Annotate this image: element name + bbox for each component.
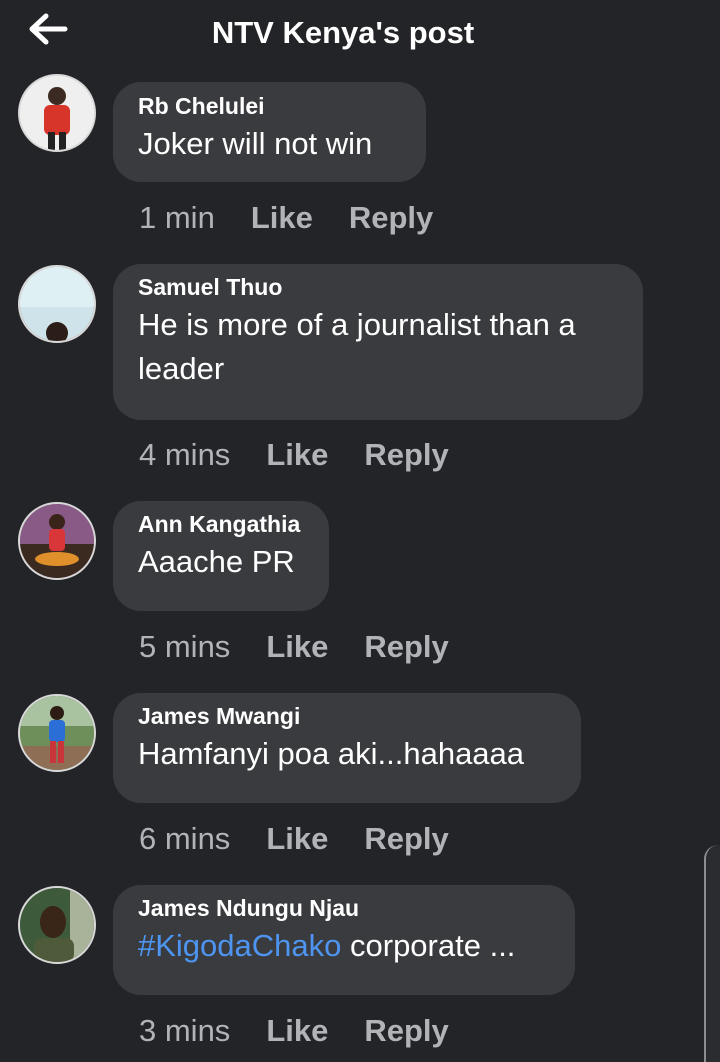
comment-meta: 5 mins Like Reply (139, 629, 449, 665)
comment-text: Hamfanyi poa aki...hahaaaa (138, 736, 525, 771)
comment-time[interactable]: 3 mins (139, 1013, 230, 1048)
avatar[interactable] (18, 694, 96, 772)
reply-button[interactable]: Reply (364, 629, 448, 664)
comment-bubble[interactable]: Samuel Thuo He is more of a journalist t… (113, 264, 643, 420)
page-title: NTV Kenya's post (211, 15, 475, 50)
comment-time[interactable]: 5 mins (139, 629, 230, 664)
reply-button[interactable]: Reply (364, 821, 448, 856)
like-button[interactable]: Like (266, 821, 328, 856)
comment-text: He is more of a journalist than a leader (138, 307, 576, 386)
comment-meta: 3 mins Like Reply (139, 1013, 449, 1049)
avatar[interactable] (18, 886, 96, 964)
avatar[interactable] (18, 502, 96, 580)
like-button[interactable]: Like (266, 1013, 328, 1048)
comment-text: Joker will not win (138, 126, 373, 161)
avatar[interactable] (18, 265, 96, 343)
comment-author[interactable]: Rb Chelulei (138, 94, 400, 118)
comment-time[interactable]: 4 mins (139, 437, 230, 472)
like-button[interactable]: Like (251, 200, 313, 235)
comment-text: #KigodaChako corporate ... (138, 924, 549, 968)
comment-author[interactable]: James Ndungu Njau (138, 896, 549, 920)
reply-button[interactable]: Reply (364, 1013, 448, 1048)
comment-author[interactable]: Ann Kangathia (138, 512, 303, 536)
comment-bubble[interactable]: James Mwangi Hamfanyi poa aki...hahaaaa (113, 693, 581, 803)
comment-meta: 4 mins Like Reply (139, 437, 449, 473)
hashtag-link[interactable]: #KigodaChako (138, 928, 341, 963)
comment-bubble[interactable]: James Ndungu Njau #KigodaChako corporate… (113, 885, 575, 995)
comment-meta: 6 mins Like Reply (139, 821, 449, 857)
avatar[interactable] (18, 74, 96, 152)
scroll-handle[interactable] (704, 845, 720, 1062)
comment-text-rest: corporate ... (341, 928, 516, 963)
like-button[interactable]: Like (266, 437, 328, 472)
top-bar: NTV Kenya's post (0, 0, 720, 70)
comment-author[interactable]: James Mwangi (138, 704, 555, 728)
comment-bubble[interactable]: Rb Chelulei Joker will not win (113, 82, 426, 182)
comment-author[interactable]: Samuel Thuo (138, 275, 617, 299)
comment-text: Aaache PR (138, 544, 295, 579)
comment-bubble[interactable]: Ann Kangathia Aaache PR (113, 501, 329, 611)
comment-time[interactable]: 1 min (139, 200, 215, 235)
like-button[interactable]: Like (266, 629, 328, 664)
comment-meta: 1 min Like Reply (139, 200, 433, 236)
reply-button[interactable]: Reply (349, 200, 433, 235)
reply-button[interactable]: Reply (364, 437, 448, 472)
comment-time[interactable]: 6 mins (139, 821, 230, 856)
